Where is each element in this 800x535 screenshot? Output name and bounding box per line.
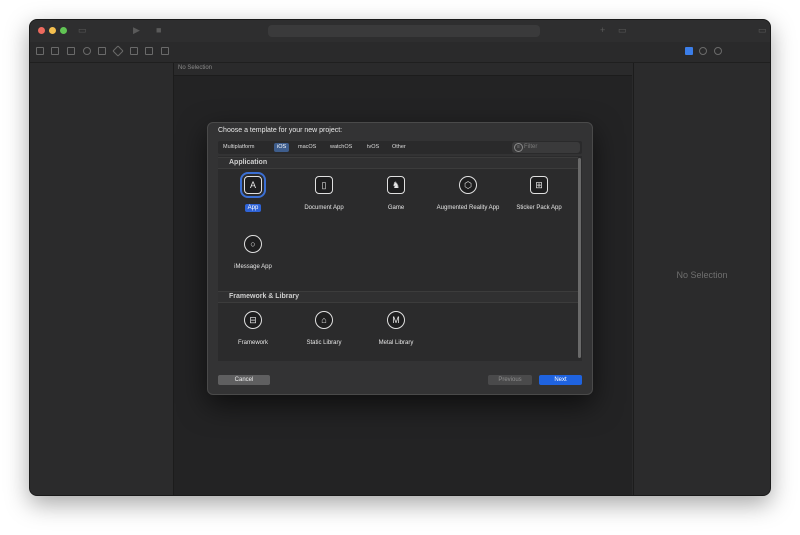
zoom-window-button[interactable]	[60, 27, 67, 34]
sheet-title: Choose a template for your new project:	[218, 127, 343, 134]
section-label: Application	[229, 159, 268, 166]
scroll-thumb[interactable]	[578, 158, 581, 358]
navigator-toolbar	[30, 42, 770, 63]
minimize-window-button[interactable]	[49, 27, 56, 34]
close-window-button[interactable]	[38, 27, 45, 34]
previous-button[interactable]: Previous	[488, 375, 532, 385]
add-icon[interactable]: +	[600, 25, 605, 35]
template-static-library[interactable]: ⌂ Static Library	[292, 311, 356, 361]
section-header-framework-library: Framework & Library	[218, 291, 578, 303]
issue-navigator-icon[interactable]	[98, 47, 106, 55]
editor-grid-icon[interactable]	[180, 47, 188, 55]
template-label: Framework	[237, 340, 268, 346]
template-label: Static Library	[306, 340, 342, 346]
template-document-app[interactable]: ▯ Document App	[292, 176, 356, 228]
source-control-icon[interactable]	[51, 47, 59, 55]
breakpoint-navigator-icon[interactable]	[145, 47, 153, 55]
navigator-sidebar	[30, 63, 174, 495]
tab-tvos[interactable]: tvOS	[364, 143, 382, 152]
template-game[interactable]: ♞ Game	[364, 176, 428, 228]
file-inspector-icon[interactable]	[685, 47, 693, 55]
template-sticker-pack-app[interactable]: ⊞ Sticker Pack App	[507, 176, 571, 228]
template-label: iMessage App	[234, 264, 272, 270]
history-inspector-icon[interactable]	[699, 47, 707, 55]
activity-viewer	[268, 25, 540, 37]
library-building-icon: ⌂	[315, 311, 333, 329]
filter-icon: ≡	[514, 143, 523, 152]
tab-macos[interactable]: macOS	[295, 143, 319, 152]
tab-ios[interactable]: iOS	[274, 143, 290, 152]
metal-icon: M	[387, 311, 405, 329]
report-navigator-icon[interactable]	[161, 47, 169, 55]
message-bubble-icon: ○	[244, 235, 262, 253]
template-imessage-app[interactable]: ○ iMessage App	[221, 235, 285, 287]
template-metal-library[interactable]: M Metal Library	[364, 311, 428, 361]
stop-icon[interactable]: ■	[156, 25, 161, 35]
filter-placeholder: Filter	[524, 144, 538, 150]
template-label: Game	[387, 205, 405, 211]
app-store-icon: A	[240, 172, 266, 198]
tab-other[interactable]: Other	[389, 143, 409, 152]
tab-watchos[interactable]: watchOS	[327, 143, 355, 152]
title-bar: ▭ ▶ ■ + ▭ ▭	[30, 20, 770, 43]
template-scrollbar[interactable]	[578, 156, 582, 361]
section-label: Framework & Library	[229, 293, 300, 300]
editor-no-selection: No Selection	[178, 65, 213, 71]
template-label: Document App	[304, 205, 344, 211]
next-button[interactable]: Next	[539, 375, 582, 385]
tab-multiplatform[interactable]: Multiplatform	[220, 143, 257, 152]
test-navigator-icon[interactable]	[112, 45, 124, 57]
sticker-grid-icon: ⊞	[530, 176, 548, 194]
template-label: Sticker Pack App	[516, 205, 562, 211]
template-list: Application A App ▯ Document App ♞ Game …	[218, 156, 578, 361]
template-augmented-reality-app[interactable]: ⬡ Augmented Reality App	[436, 176, 500, 228]
cancel-button[interactable]: Cancel	[218, 375, 270, 385]
template-framework[interactable]: ⊟ Framework	[221, 311, 285, 361]
inspector-no-selection: No Selection	[676, 270, 728, 280]
template-label: App	[221, 204, 285, 212]
project-navigator-icon[interactable]	[36, 47, 44, 55]
layout-icon[interactable]: ▭	[618, 25, 627, 36]
template-label: Metal Library	[378, 340, 414, 346]
document-icon: ▯	[315, 176, 333, 194]
jump-bar: No Selection	[174, 63, 632, 76]
ar-cube-icon: ⬡	[459, 176, 477, 194]
template-app[interactable]: A App	[221, 172, 285, 228]
inspector-panel: No Selection	[633, 63, 770, 495]
inspector-toggle-icon[interactable]: ▭	[758, 25, 767, 36]
symbol-navigator-icon[interactable]	[67, 47, 75, 55]
section-header-application: Application	[218, 157, 578, 169]
game-icon: ♞	[387, 176, 405, 194]
find-navigator-icon[interactable]	[83, 47, 91, 55]
template-label: Augmented Reality App	[436, 205, 500, 211]
help-inspector-icon[interactable]	[714, 47, 722, 55]
platform-tabbar: Multiplatform iOS macOS watchOS tvOS Oth…	[218, 141, 582, 154]
new-project-sheet: Choose a template for your new project: …	[207, 122, 593, 395]
framework-briefcase-icon: ⊟	[244, 311, 262, 329]
sidebar-toggle-icon[interactable]: ▭	[78, 25, 87, 36]
filter-field[interactable]: ≡ Filter	[512, 142, 580, 153]
debug-navigator-icon[interactable]	[130, 47, 138, 55]
run-icon[interactable]: ▶	[133, 25, 140, 36]
